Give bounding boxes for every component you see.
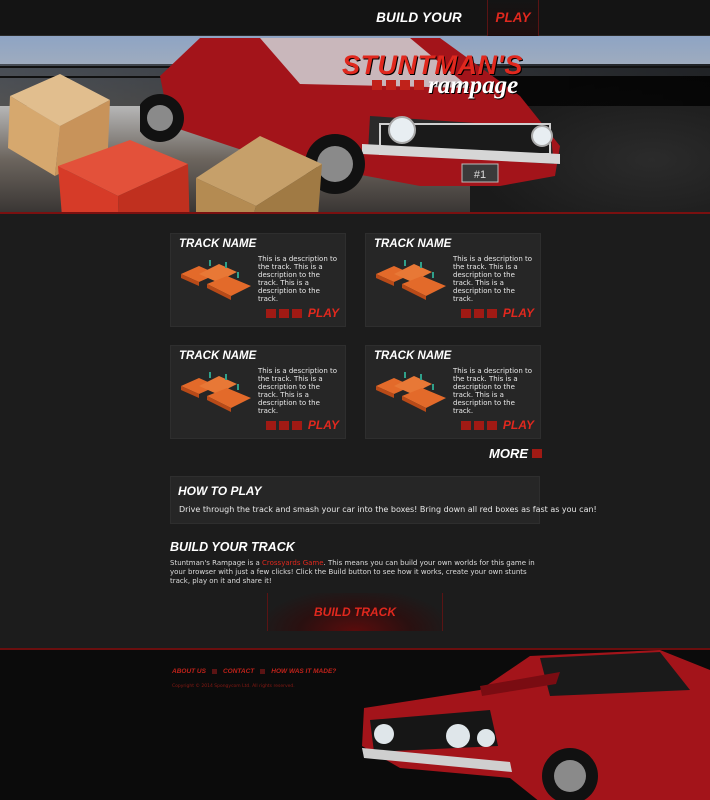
build-section-title: BUILD YOUR TRACK — [170, 540, 295, 554]
logo-square — [386, 80, 396, 90]
play-square — [265, 308, 276, 318]
track-play-label: PLAY — [307, 306, 339, 320]
track-thumbnail-icon — [181, 372, 251, 412]
play-square — [265, 420, 276, 430]
logo-square — [372, 80, 382, 90]
logo-title-line2: rampage — [428, 72, 519, 99]
track-play-button[interactable]: PLAY — [265, 306, 339, 320]
footer-link-about-us[interactable]: ABOUT US — [172, 668, 206, 675]
play-square — [473, 420, 484, 430]
footer-separator — [260, 669, 266, 674]
hero-banner: #1 STUNTMAN'S rampage — [0, 36, 710, 214]
more-tracks-link[interactable]: MORE — [489, 446, 543, 461]
footer: ABOUT US CONTACT HOW WAS IT MADE? Copyri… — [0, 648, 710, 800]
logo-square — [414, 80, 424, 90]
page: BUILD YOUR TRACK PLAY #1 — [0, 0, 710, 800]
hero-boxes-image — [8, 74, 322, 212]
play-square — [486, 420, 497, 430]
more-label: MORE — [489, 446, 528, 461]
track-card[interactable]: TRACK NAME This is a description to the … — [365, 345, 541, 439]
track-play-button[interactable]: PLAY — [460, 418, 534, 432]
track-play-label: PLAY — [502, 418, 534, 432]
logo-square — [400, 80, 410, 90]
build-text-before: Stuntman's Rampage is a — [170, 559, 263, 567]
nav-play-link[interactable]: PLAY — [487, 0, 539, 36]
track-play-label: PLAY — [307, 418, 339, 432]
play-square — [291, 420, 302, 430]
play-square — [473, 308, 484, 318]
build-section-text: Stuntman's Rampage is a Crossyards Game.… — [170, 559, 545, 586]
play-square — [460, 308, 471, 318]
how-to-play-text: Drive through the track and smash your c… — [179, 505, 597, 514]
footer-link-how-was-it-made[interactable]: HOW WAS IT MADE? — [271, 668, 336, 675]
track-play-button[interactable]: PLAY — [460, 306, 534, 320]
crossyards-game-link[interactable]: Crossyards Game — [262, 559, 324, 567]
track-card-description: This is a description to the track. This… — [258, 255, 338, 303]
track-card-title: TRACK NAME — [374, 238, 452, 250]
nav-build-your-track-link[interactable]: BUILD YOUR TRACK — [352, 0, 486, 61]
play-square — [278, 420, 289, 430]
footer-link-contact[interactable]: CONTACT — [223, 668, 254, 675]
footer-copyright: Copyright © 2014 Spongycom Ltd. All righ… — [172, 684, 295, 689]
track-thumbnail-icon — [181, 260, 251, 300]
track-card[interactable]: TRACK NAME This is a description to the … — [365, 233, 541, 327]
track-play-label: PLAY — [502, 306, 534, 320]
top-nav: BUILD YOUR TRACK PLAY — [0, 0, 710, 61]
how-to-play-panel: HOW TO PLAY Drive through the track and … — [170, 476, 597, 524]
track-card-description: This is a description to the track. This… — [453, 367, 533, 415]
track-card[interactable]: TRACK NAME This is a description to the … — [170, 345, 346, 439]
play-square — [486, 308, 497, 318]
play-square — [291, 308, 302, 318]
play-square — [278, 308, 289, 318]
play-square — [460, 420, 471, 430]
footer-red-car-image — [362, 650, 710, 800]
track-card-title: TRACK NAME — [179, 238, 257, 250]
footer-links: ABOUT US CONTACT HOW WAS IT MADE? — [172, 668, 336, 675]
how-to-play-title: HOW TO PLAY — [178, 484, 262, 498]
track-card-description: This is a description to the track. This… — [453, 255, 533, 303]
track-card-description: This is a description to the track. This… — [258, 367, 338, 415]
track-thumbnail-icon — [376, 260, 446, 300]
track-card[interactable]: TRACK NAME This is a description to the … — [170, 233, 346, 327]
track-thumbnail-icon — [376, 372, 446, 412]
more-square-icon — [532, 449, 542, 458]
build-track-button[interactable]: BUILD TRACK — [267, 593, 443, 631]
footer-separator — [211, 669, 217, 674]
track-card-title: TRACK NAME — [179, 350, 257, 362]
track-play-button[interactable]: PLAY — [265, 418, 339, 432]
track-card-title: TRACK NAME — [374, 350, 452, 362]
license-plate-text: #1 — [474, 169, 486, 181]
